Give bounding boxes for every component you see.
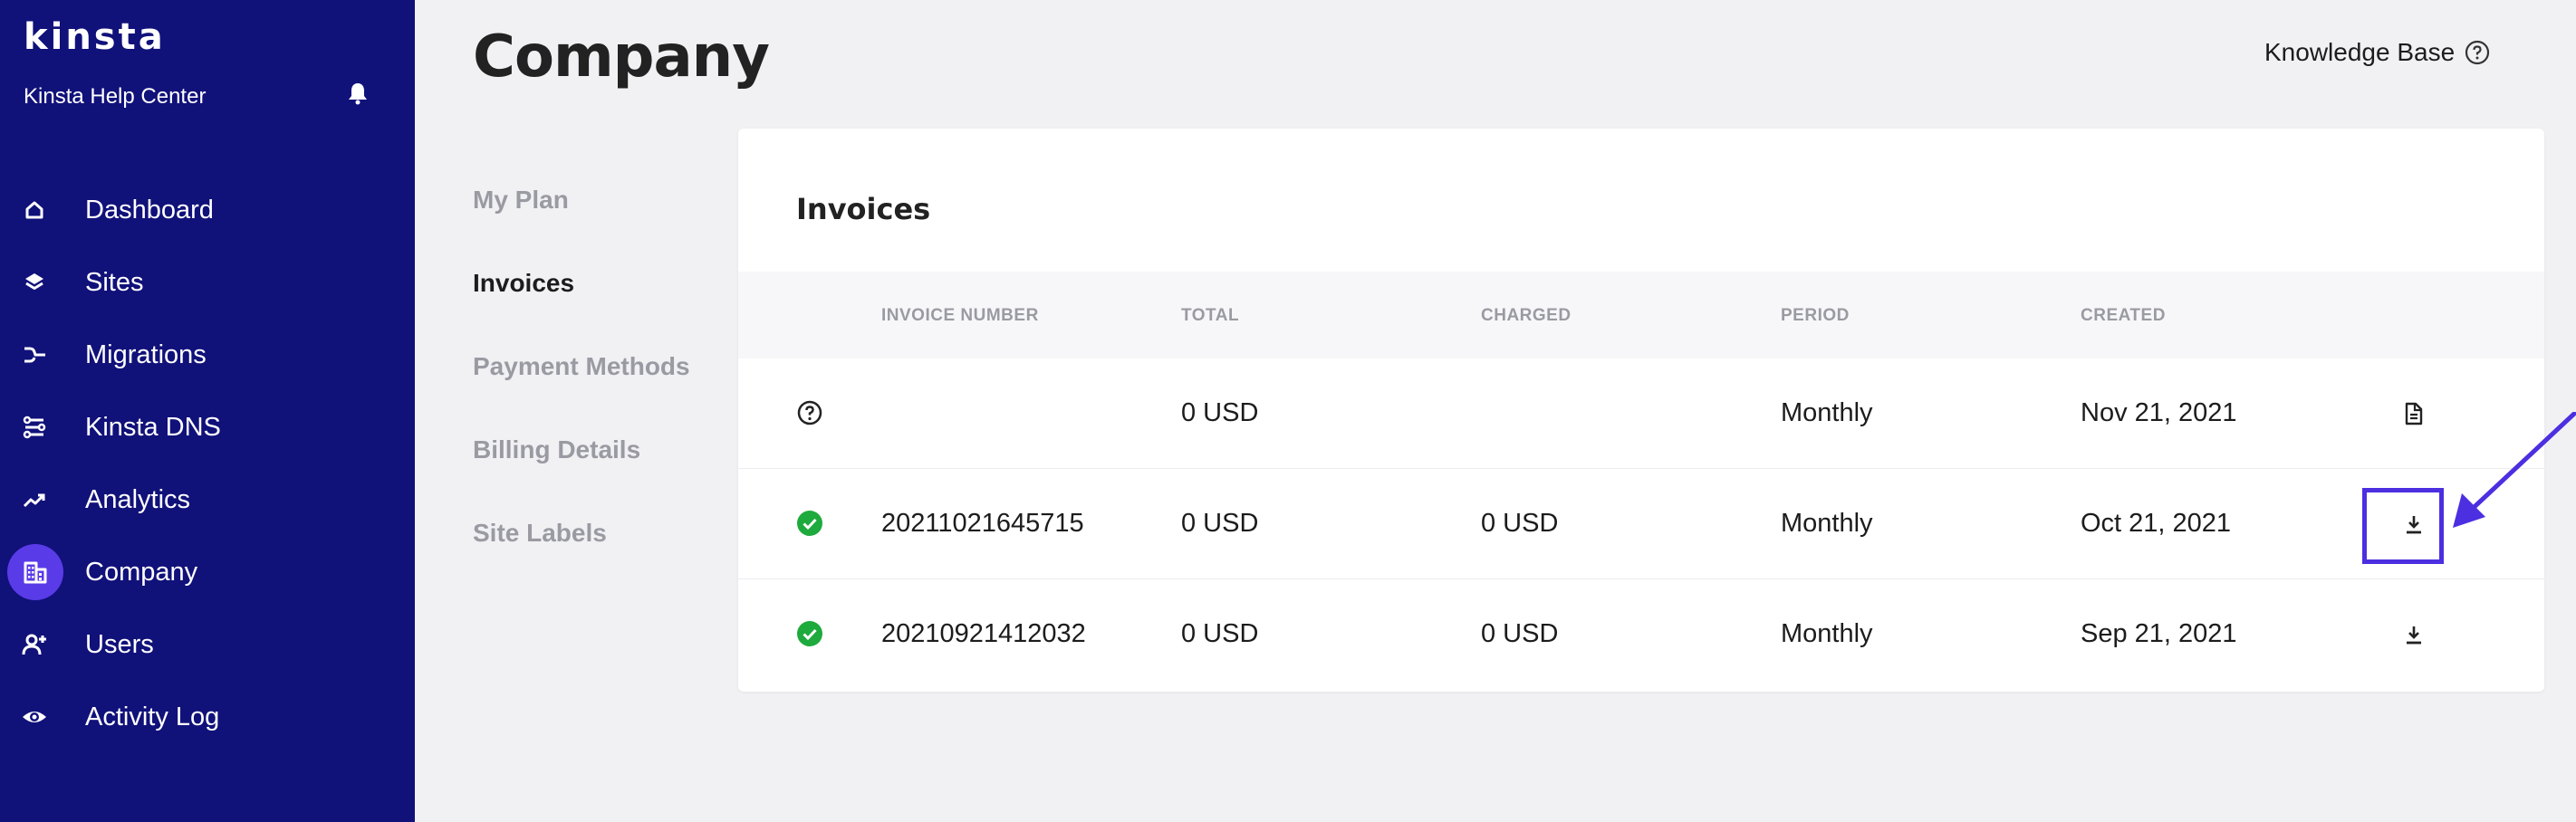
sidebar-item-label: Activity Log <box>85 702 220 731</box>
sidebar-item-dashboard[interactable]: Dashboard <box>0 174 415 246</box>
sidebar-item-label: Users <box>85 629 154 659</box>
table-header: INVOICE NUMBER TOTAL CHARGED PERIOD CREA… <box>738 272 2544 358</box>
sidebar-item-company[interactable]: Company <box>0 536 415 608</box>
bell-icon[interactable] <box>348 81 368 105</box>
check-circle-icon <box>797 511 822 536</box>
kinsta-logo[interactable]: kinsta <box>24 16 166 58</box>
column-header-charged: CHARGED <box>1481 306 1572 325</box>
table-row: 20210921412032 0 USD 0 USD Monthly Sep 2… <box>738 579 2544 690</box>
sidebar-item-sites[interactable]: Sites <box>0 246 415 319</box>
table-row: 20211021645715 0 USD 0 USD Monthly Oct 2… <box>738 469 2544 579</box>
invoices-title: Invoices <box>796 192 931 226</box>
sidebar-item-analytics[interactable]: Analytics <box>0 464 415 536</box>
download-icon <box>2407 626 2421 645</box>
invoice-period: Monthly <box>1781 619 1873 648</box>
download-highlight-box <box>2362 488 2444 564</box>
page-title: Company <box>473 24 770 91</box>
check-circle-icon <box>797 621 822 646</box>
subnav-my-plan[interactable]: My Plan <box>473 170 690 253</box>
column-header-total: TOTAL <box>1181 306 1240 325</box>
column-header-invoice-number: INVOICE NUMBER <box>881 306 1039 325</box>
download-invoice-button[interactable] <box>2389 610 2438 659</box>
sidebar-item-label: Kinsta DNS <box>85 412 221 442</box>
add-user-icon <box>16 626 53 663</box>
column-header-period: PERIOD <box>1781 306 1850 325</box>
invoice-total: 0 USD <box>1181 619 1259 648</box>
sidebar-item-users[interactable]: Users <box>0 608 415 681</box>
company-subnav: My Plan Invoices Payment Methods Billing… <box>473 170 690 587</box>
table-row: 0 USD Monthly Nov 21, 2021 <box>738 358 2544 469</box>
question-circle-icon <box>797 400 822 425</box>
invoice-created: Sep 21, 2021 <box>2081 619 2237 648</box>
sidebar-item-activity-log[interactable]: Activity Log <box>0 681 415 753</box>
annotation-arrow-icon <box>2453 412 2576 528</box>
invoice-created: Nov 21, 2021 <box>2081 398 2237 427</box>
invoice-total: 0 USD <box>1181 509 1259 538</box>
help-circle-icon <box>2465 40 2490 65</box>
sidebar-item-label: Migrations <box>85 339 207 369</box>
trend-icon <box>16 482 53 518</box>
dns-icon <box>16 409 53 445</box>
invoice-period: Monthly <box>1781 509 1873 538</box>
sidebar-item-label: Company <box>85 557 198 587</box>
document-icon <box>2405 402 2423 425</box>
subnav-payment-methods[interactable]: Payment Methods <box>473 337 690 420</box>
invoice-charged: 0 USD <box>1481 619 1559 648</box>
migrations-icon <box>16 337 53 373</box>
sidebar-item-label: Analytics <box>85 484 191 514</box>
sidebar-item-kinsta-dns[interactable]: Kinsta DNS <box>0 391 415 464</box>
subnav-billing-details[interactable]: Billing Details <box>473 420 690 503</box>
sidebar-item-label: Dashboard <box>85 195 214 225</box>
invoice-created: Oct 21, 2021 <box>2081 509 2232 538</box>
home-icon <box>16 192 53 228</box>
sidebar-item-migrations[interactable]: Migrations <box>0 319 415 391</box>
subnav-invoices[interactable]: Invoices <box>473 253 690 337</box>
subnav-site-labels[interactable]: Site Labels <box>473 503 690 587</box>
invoice-charged: 0 USD <box>1481 509 1559 538</box>
invoice-period: Monthly <box>1781 398 1873 427</box>
eye-icon <box>16 699 53 735</box>
knowledge-base-link[interactable]: Knowledge Base <box>2264 38 2491 67</box>
knowledge-base-label: Knowledge Base <box>2264 38 2456 66</box>
building-icon <box>7 544 63 600</box>
layers-icon <box>16 264 53 301</box>
invoice-number: 20211021645715 <box>881 509 1084 538</box>
invoice-total: 0 USD <box>1181 398 1259 427</box>
sidebar-nav: Dashboard Sites Migrations Kinsta DNS An… <box>0 174 415 753</box>
help-center-title: Kinsta Help Center <box>24 84 207 109</box>
view-invoice-button[interactable] <box>2389 389 2438 438</box>
invoice-number: 20210921412032 <box>881 619 1086 648</box>
invoices-card: Invoices INVOICE NUMBER TOTAL CHARGED PE… <box>738 129 2544 692</box>
column-header-created: CREATED <box>2081 306 2166 325</box>
sidebar-item-label: Sites <box>85 267 144 297</box>
sidebar: kinsta Kinsta Help Center Dashboard Site… <box>0 0 415 822</box>
